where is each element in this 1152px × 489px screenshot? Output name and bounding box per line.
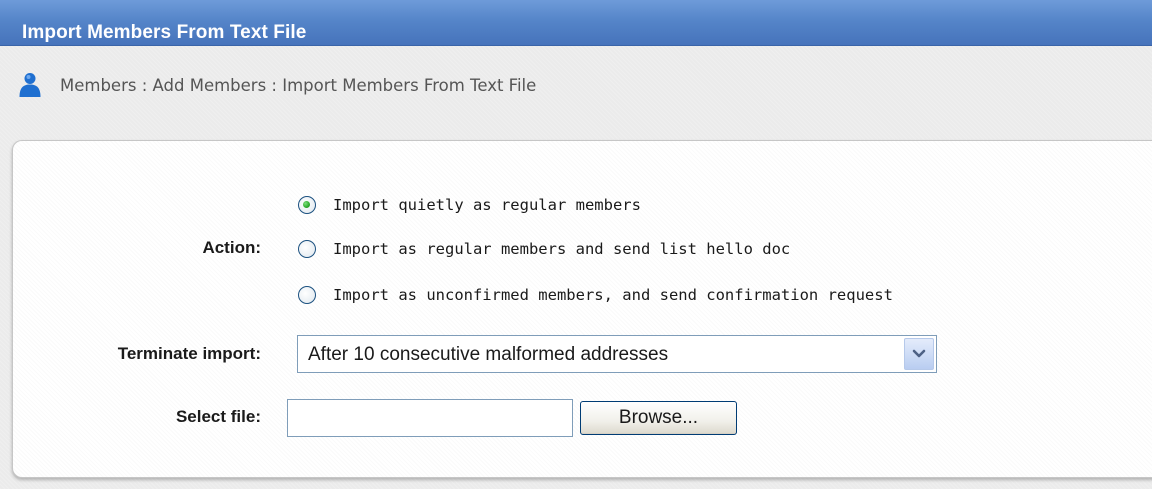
breadcrumb-text: Members : Add Members : Import Members F… bbox=[60, 75, 537, 95]
terminate-import-selected-value: After 10 consecutive malformed addresses bbox=[308, 344, 669, 365]
radio-option-label: Import as regular members and send list … bbox=[333, 240, 791, 258]
browse-button[interactable]: Browse... bbox=[580, 401, 737, 435]
radio-option-label: Import quietly as regular members bbox=[333, 196, 641, 214]
breadcrumb: Members : Add Members : Import Members F… bbox=[18, 70, 536, 100]
radio-button[interactable] bbox=[298, 286, 316, 304]
radio-option-unconfirmed[interactable]: Import as unconfirmed members, and send … bbox=[298, 282, 893, 308]
page-title: Import Members From Text File bbox=[22, 22, 307, 43]
radio-button-checked[interactable] bbox=[298, 196, 316, 214]
user-icon bbox=[18, 72, 42, 98]
action-label: Action: bbox=[202, 238, 261, 257]
select-file-label: Select file: bbox=[175, 407, 261, 426]
terminate-import-label: Terminate import: bbox=[117, 344, 261, 363]
radio-option-send-hello-doc[interactable]: Import as regular members and send list … bbox=[298, 236, 790, 262]
radio-option-import-quietly[interactable]: Import quietly as regular members bbox=[298, 192, 641, 218]
terminate-import-select[interactable]: After 10 consecutive malformed addresses bbox=[297, 335, 937, 373]
file-path-input[interactable] bbox=[287, 399, 573, 437]
radio-option-label: Import as unconfirmed members, and send … bbox=[333, 286, 893, 304]
radio-button[interactable] bbox=[298, 240, 316, 258]
dropdown-arrow-button[interactable] bbox=[904, 338, 934, 370]
chevron-down-icon bbox=[912, 349, 926, 358]
title-bar: Import Members From Text File bbox=[0, 0, 1152, 46]
